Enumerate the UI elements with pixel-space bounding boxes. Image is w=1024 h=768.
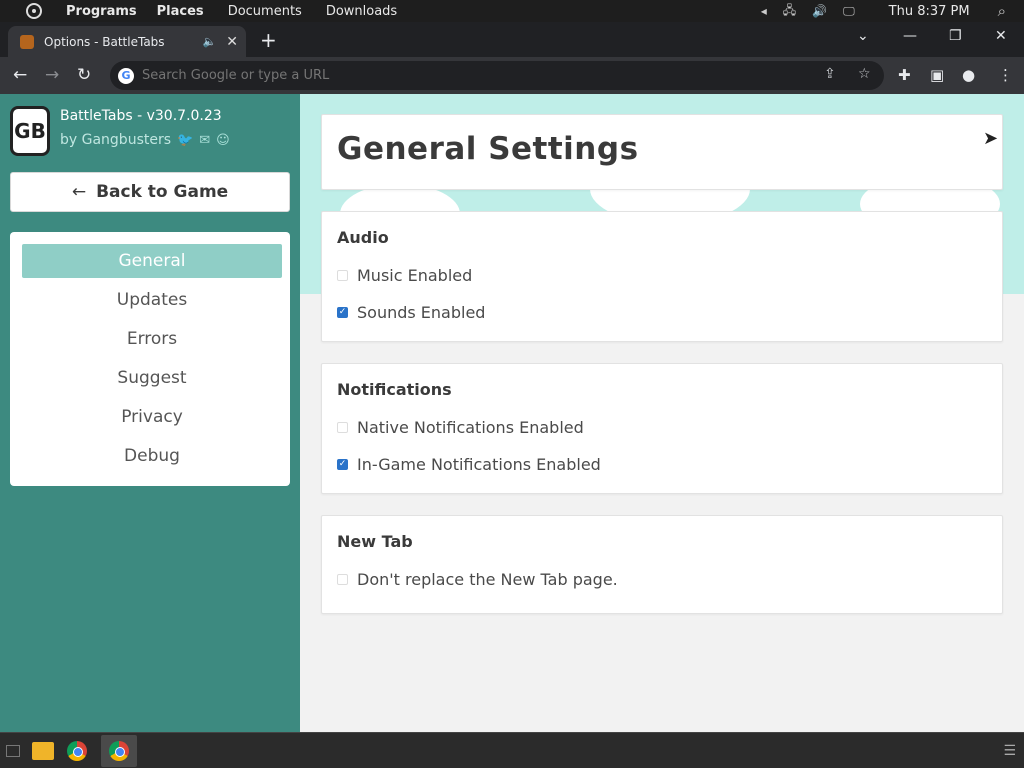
tab-close-icon[interactable]: ✕ [226, 34, 238, 50]
nav-item-suggest[interactable]: Suggest [22, 361, 282, 395]
option-label: In-Game Notifications Enabled [357, 455, 601, 474]
system-logo-icon[interactable] [26, 3, 42, 19]
url-input[interactable] [142, 68, 782, 83]
back-arrow-icon[interactable]: ← [13, 65, 27, 85]
dont-replace-new-tab-option[interactable]: Don't replace the New Tab page. [337, 570, 618, 589]
page-title: General Settings [337, 131, 639, 167]
chrome-active-taskbar-item[interactable] [101, 735, 137, 767]
by-line: by Gangbusters 🐦 ✉ ☺ [60, 132, 230, 148]
system-tray: ◂ 🖧 🔊 🖵 Thu 8:37 PM ⌕ [761, 0, 1024, 22]
option-label: Native Notifications Enabled [357, 418, 584, 437]
twitter-icon[interactable]: 🐦 [177, 133, 193, 148]
mail-icon[interactable]: ✉ [199, 133, 210, 148]
new-tab-section: New Tab Don't replace the New Tab page. [321, 515, 1003, 614]
sounds-enabled-option[interactable]: ✓ Sounds Enabled [337, 303, 485, 322]
music-enabled-checkbox[interactable] [337, 270, 348, 281]
option-label: Sounds Enabled [357, 303, 486, 322]
browser-tab[interactable]: Options - BattleTabs 🔈 ✕ [8, 26, 246, 57]
nav-item-errors[interactable]: Errors [22, 322, 282, 356]
nav-item-updates[interactable]: Updates [22, 283, 282, 317]
section-title-new-tab: New Tab [337, 532, 413, 551]
share-icon[interactable]: ⇪ [824, 66, 836, 82]
back-arrow-icon: ← [71, 182, 87, 202]
tab-audio-icon[interactable]: 🔈 [203, 35, 217, 48]
google-icon: G [118, 67, 134, 84]
address-bar[interactable]: G ⇪ ☆ [110, 61, 884, 90]
page-content: GB BattleTabs - v30.7.0.23 by Gangbuster… [0, 94, 1024, 732]
profile-icon[interactable]: ● [962, 66, 975, 84]
forward-arrow-icon[interactable]: → [45, 65, 59, 85]
display-icon[interactable]: 🖵 [843, 4, 855, 19]
minimize-icon[interactable]: — [903, 28, 917, 44]
system-clock[interactable]: Thu 8:37 PM [889, 4, 970, 19]
volume-icon[interactable]: 🔊 [812, 4, 827, 18]
tray-arrow-icon[interactable]: ◂ [761, 4, 767, 18]
mouse-cursor-icon: ➤ [983, 128, 999, 149]
favicon-icon [20, 34, 34, 49]
bookmark-star-icon[interactable]: ☆ [858, 66, 871, 82]
section-title-audio: Audio [337, 228, 389, 247]
menu-places[interactable]: Places [157, 4, 204, 19]
folder-icon [32, 742, 54, 760]
notifications-section: Notifications Native Notifications Enabl… [321, 363, 1003, 494]
network-icon[interactable]: 🖧 [783, 1, 796, 22]
taskbar-menu-icon[interactable]: ☰ [1003, 743, 1016, 759]
nav-item-privacy[interactable]: Privacy [22, 400, 282, 434]
dont-replace-new-tab-checkbox[interactable] [337, 574, 348, 585]
tab-title: Options - BattleTabs [44, 34, 165, 49]
page-title-card: General Settings [321, 114, 1003, 190]
in-game-notifications-checkbox[interactable]: ✓ [337, 459, 348, 470]
native-notifications-option[interactable]: Native Notifications Enabled [337, 418, 584, 437]
reddit-icon[interactable]: ☺ [216, 133, 230, 148]
app-version: BattleTabs - v30.7.0.23 [60, 108, 222, 124]
sidebar: GB BattleTabs - v30.7.0.23 by Gangbuster… [0, 94, 300, 732]
back-to-game-button[interactable]: ← Back to Game [10, 172, 290, 212]
file-manager-taskbar-item[interactable] [30, 739, 56, 763]
menu-downloads[interactable]: Downloads [326, 4, 397, 19]
tab-search-chevron-icon[interactable]: ⌄ [857, 28, 869, 44]
system-top-bar: Programs Places Documents Downloads ◂ 🖧 … [0, 0, 1024, 22]
sounds-enabled-checkbox[interactable]: ✓ [337, 307, 348, 318]
search-icon[interactable]: ⌕ [998, 2, 1006, 20]
menu-programs[interactable]: Programs [66, 4, 137, 19]
browser-toolbar: ← → ↻ G ⇪ ☆ ✚ ▣ ● ⋮ [0, 57, 1024, 94]
back-to-game-label: Back to Game [96, 182, 229, 202]
window-close-icon[interactable]: ✕ [995, 28, 1007, 44]
gangbusters-logo[interactable]: GB [10, 106, 50, 156]
chrome-icon [109, 741, 129, 761]
taskbar: ☰ [0, 732, 1024, 768]
native-notifications-checkbox[interactable] [337, 422, 348, 433]
chrome-icon [67, 741, 87, 761]
settings-nav: General Updates Errors Suggest Privacy D… [10, 232, 290, 486]
music-enabled-option[interactable]: Music Enabled [337, 266, 472, 285]
extensions-icon[interactable]: ✚ [898, 66, 911, 84]
browser-menu-icon[interactable]: ⋮ [998, 66, 1013, 84]
restore-icon[interactable]: ❐ [949, 28, 962, 44]
reload-icon[interactable]: ↻ [77, 65, 91, 85]
show-desktop-icon[interactable] [6, 745, 20, 757]
option-label: Music Enabled [357, 266, 473, 285]
new-tab-icon[interactable]: + [260, 28, 277, 52]
nav-item-debug[interactable]: Debug [22, 439, 282, 473]
option-label: Don't replace the New Tab page. [357, 570, 618, 589]
menu-documents[interactable]: Documents [228, 4, 302, 19]
browser-tab-strip: Options - BattleTabs 🔈 ✕ + ⌄ — ❐ ✕ [0, 22, 1024, 57]
section-title-notifications: Notifications [337, 380, 452, 399]
in-game-notifications-option[interactable]: ✓ In-Game Notifications Enabled [337, 455, 601, 474]
brand-header: GB BattleTabs - v30.7.0.23 by Gangbuster… [10, 102, 290, 158]
audio-section: Audio Music Enabled ✓ Sounds Enabled [321, 211, 1003, 342]
by-gangbusters-link[interactable]: by Gangbusters [60, 132, 171, 148]
chrome-taskbar-item[interactable] [64, 739, 90, 763]
side-panel-icon[interactable]: ▣ [930, 66, 944, 84]
nav-item-general[interactable]: General [22, 244, 282, 278]
